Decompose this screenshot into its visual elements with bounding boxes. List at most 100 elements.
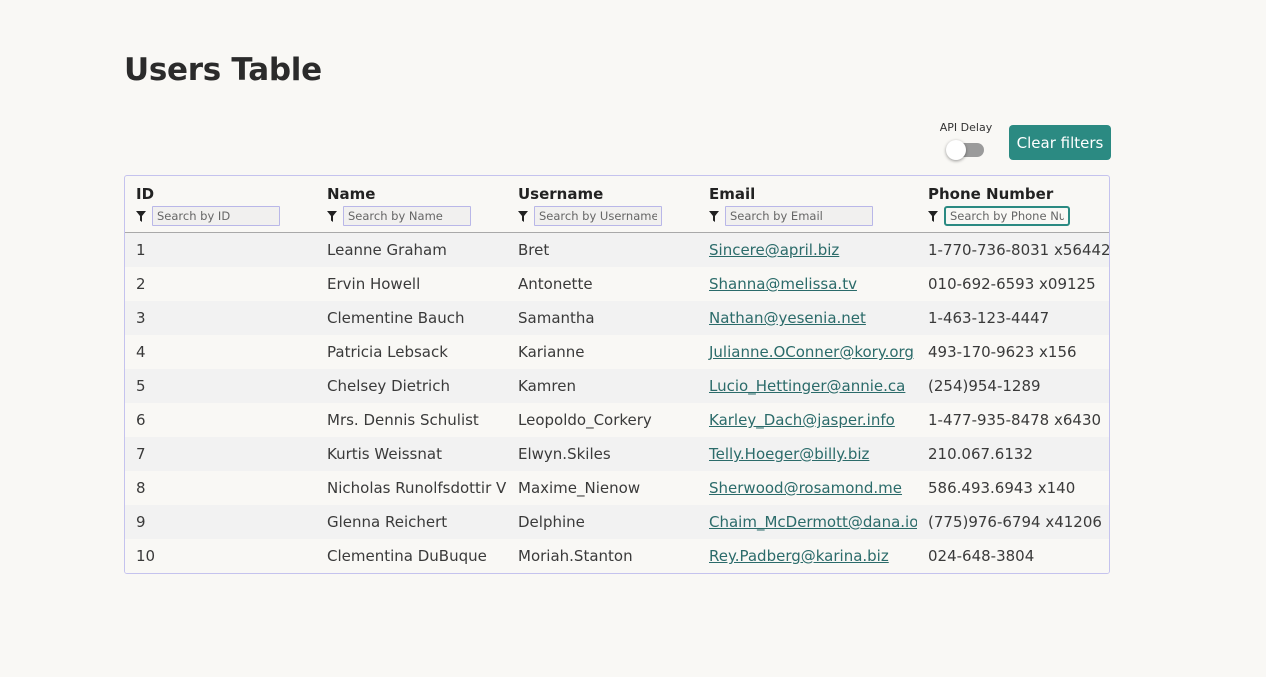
column-header-phone: Phone Number xyxy=(917,176,1109,233)
cell-id: 2 xyxy=(125,267,316,301)
page-title: Users Table xyxy=(124,52,322,88)
cell-username: Bret xyxy=(507,232,698,267)
filter-icon xyxy=(709,210,719,222)
cell-phone: 1-770-736-8031 x56442 xyxy=(917,232,1109,267)
table-row[interactable]: 6 Mrs. Dennis Schulist Leopoldo_Corkery … xyxy=(125,403,1109,437)
search-id-input[interactable] xyxy=(152,206,280,226)
cell-phone: 210.067.6132 xyxy=(917,437,1109,471)
table-row[interactable]: 5 Chelsey Dietrich Kamren Lucio_Hettinge… xyxy=(125,369,1109,403)
column-header-username: Username xyxy=(507,176,698,233)
cell-phone: 1-463-123-4447 xyxy=(917,301,1109,335)
cell-email: Sherwood@rosamond.me xyxy=(698,471,917,505)
email-link[interactable]: Karley_Dach@jasper.info xyxy=(709,411,895,429)
filter-row-phone xyxy=(928,205,1109,227)
cell-name: Patricia Lebsack xyxy=(316,335,507,369)
table-row[interactable]: 10 Clementina DuBuque Moriah.Stanton Rey… xyxy=(125,539,1109,573)
email-link[interactable]: Nathan@yesenia.net xyxy=(709,309,866,327)
cell-phone: (775)976-6794 x41206 xyxy=(917,505,1109,539)
cell-phone: 010-692-6593 x09125 xyxy=(917,267,1109,301)
email-link[interactable]: Sherwood@rosamond.me xyxy=(709,479,902,497)
toggle-knob xyxy=(946,140,966,160)
cell-name: Clementine Bauch xyxy=(316,301,507,335)
cell-email: Shanna@melissa.tv xyxy=(698,267,917,301)
cell-name: Mrs. Dennis Schulist xyxy=(316,403,507,437)
column-title-phone: Phone Number xyxy=(928,185,1054,203)
cell-username: Leopoldo_Corkery xyxy=(507,403,698,437)
table-header-row: ID Name Username xyxy=(125,176,1109,233)
cell-username: Moriah.Stanton xyxy=(507,539,698,573)
cell-phone: (254)954-1289 xyxy=(917,369,1109,403)
table-row[interactable]: 7 Kurtis Weissnat Elwyn.Skiles Telly.Hoe… xyxy=(125,437,1109,471)
filter-row-email xyxy=(709,205,917,227)
column-title-username: Username xyxy=(518,185,604,203)
column-header-id: ID xyxy=(125,176,316,233)
table-row[interactable]: 9 Glenna Reichert Delphine Chaim_McDermo… xyxy=(125,505,1109,539)
cell-name: Glenna Reichert xyxy=(316,505,507,539)
clear-filters-button[interactable]: Clear filters xyxy=(1009,125,1111,160)
search-name-input[interactable] xyxy=(343,206,471,226)
cell-name: Leanne Graham xyxy=(316,232,507,267)
email-link[interactable]: Shanna@melissa.tv xyxy=(709,275,857,293)
api-delay-label: API Delay xyxy=(939,121,993,134)
column-title-email: Email xyxy=(709,185,756,203)
users-table: ID Name Username xyxy=(125,176,1109,573)
cell-name: Kurtis Weissnat xyxy=(316,437,507,471)
cell-name: Nicholas Runolfsdottir V xyxy=(316,471,507,505)
cell-email: Sincere@april.biz xyxy=(698,232,917,267)
table-row[interactable]: 4 Patricia Lebsack Karianne Julianne.OCo… xyxy=(125,335,1109,369)
email-link[interactable]: Rey.Padberg@karina.biz xyxy=(709,547,889,565)
column-header-email: Email xyxy=(698,176,917,233)
email-link[interactable]: Chaim_McDermott@dana.io xyxy=(709,513,917,531)
cell-username: Elwyn.Skiles xyxy=(507,437,698,471)
cell-email: Nathan@yesenia.net xyxy=(698,301,917,335)
search-phone-input[interactable] xyxy=(944,206,1070,226)
filter-icon xyxy=(327,210,337,222)
users-table-container: ID Name Username xyxy=(124,175,1110,574)
filter-icon xyxy=(928,210,938,222)
cell-phone: 1-477-935-8478 x6430 xyxy=(917,403,1109,437)
search-email-input[interactable] xyxy=(725,206,873,226)
cell-username: Antonette xyxy=(507,267,698,301)
email-link[interactable]: Julianne.OConner@kory.org xyxy=(709,343,914,361)
table-controls: API Delay Clear filters xyxy=(930,120,1111,170)
column-title-name: Name xyxy=(327,185,376,203)
cell-id: 6 xyxy=(125,403,316,437)
cell-email: Karley_Dach@jasper.info xyxy=(698,403,917,437)
cell-id: 8 xyxy=(125,471,316,505)
email-link[interactable]: Telly.Hoeger@billy.biz xyxy=(709,445,869,463)
cell-username: Maxime_Nienow xyxy=(507,471,698,505)
cell-name: Clementina DuBuque xyxy=(316,539,507,573)
cell-email: Rey.Padberg@karina.biz xyxy=(698,539,917,573)
cell-email: Chaim_McDermott@dana.io xyxy=(698,505,917,539)
cell-phone: 493-170-9623 x156 xyxy=(917,335,1109,369)
cell-phone: 024-648-3804 xyxy=(917,539,1109,573)
cell-id: 4 xyxy=(125,335,316,369)
search-username-input[interactable] xyxy=(534,206,662,226)
cell-id: 9 xyxy=(125,505,316,539)
cell-email: Lucio_Hettinger@annie.ca xyxy=(698,369,917,403)
cell-phone: 586.493.6943 x140 xyxy=(917,471,1109,505)
filter-row-name xyxy=(327,205,507,227)
table-row[interactable]: 8 Nicholas Runolfsdottir V Maxime_Nienow… xyxy=(125,471,1109,505)
cell-id: 5 xyxy=(125,369,316,403)
cell-id: 1 xyxy=(125,232,316,267)
table-row[interactable]: 3 Clementine Bauch Samantha Nathan@yesen… xyxy=(125,301,1109,335)
table-row[interactable]: 2 Ervin Howell Antonette Shanna@melissa.… xyxy=(125,267,1109,301)
cell-id: 7 xyxy=(125,437,316,471)
cell-username: Karianne xyxy=(507,335,698,369)
cell-username: Samantha xyxy=(507,301,698,335)
filter-icon xyxy=(136,210,146,222)
cell-name: Ervin Howell xyxy=(316,267,507,301)
api-delay-toggle[interactable] xyxy=(946,140,984,160)
filter-icon xyxy=(518,210,528,222)
cell-id: 3 xyxy=(125,301,316,335)
column-title-id: ID xyxy=(136,185,155,203)
column-header-name: Name xyxy=(316,176,507,233)
email-link[interactable]: Lucio_Hettinger@annie.ca xyxy=(709,377,905,395)
cell-username: Delphine xyxy=(507,505,698,539)
filter-row-id xyxy=(136,205,316,227)
email-link[interactable]: Sincere@april.biz xyxy=(709,241,839,259)
table-row[interactable]: 1 Leanne Graham Bret Sincere@april.biz 1… xyxy=(125,232,1109,267)
cell-email: Telly.Hoeger@billy.biz xyxy=(698,437,917,471)
cell-email: Julianne.OConner@kory.org xyxy=(698,335,917,369)
